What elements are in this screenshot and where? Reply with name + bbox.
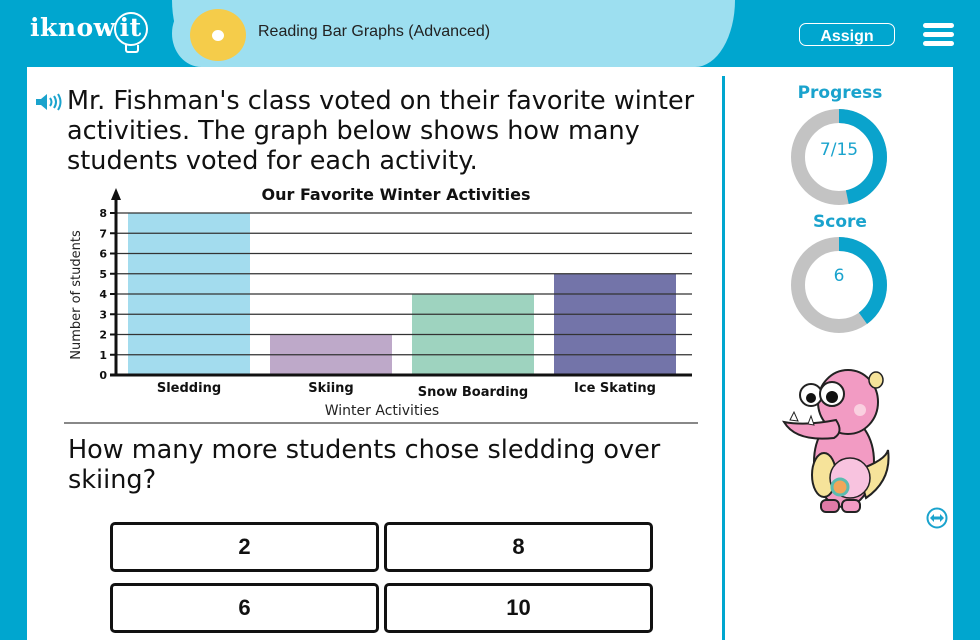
lesson-circle-dot — [212, 30, 224, 41]
question-text: How many more students chose sledding ov… — [68, 435, 661, 495]
bar-chart: Our Favorite Winter Activities 0 1 2 3 4 5 6 7 8… — [69, 185, 692, 419]
bar-ice-skating — [554, 273, 676, 375]
x-axis-title: Winter Activities — [325, 403, 439, 419]
y-tick-label: 5 — [99, 268, 107, 281]
menu-bar — [923, 41, 954, 46]
y-axis-ticks: 0 1 2 3 4 5 6 7 8 — [99, 207, 116, 382]
logo-bulb-text: it — [119, 13, 142, 42]
y-axis-arrow — [111, 188, 121, 200]
y-tick-label: 6 — [99, 248, 107, 261]
answer-option-1[interactable]: 2 — [110, 522, 379, 572]
y-tick-label: 2 — [99, 329, 107, 342]
lesson-circle-icon — [190, 9, 246, 61]
score-label: Score — [813, 212, 867, 232]
question-prompt: Mr. Fishman's class voted on their favor… — [67, 86, 695, 176]
y-tick-label: 8 — [99, 207, 107, 220]
lesson-title: Reading Bar Graphs (Advanced) — [258, 23, 491, 40]
hamburger-menu-icon[interactable] — [923, 23, 954, 46]
top-header: iknow it Reading Bar Graphs (Advanced) As… — [0, 0, 980, 67]
y-tick-label: 1 — [99, 349, 107, 362]
section-separator — [64, 422, 698, 424]
x-category-label: Sledding — [157, 381, 221, 396]
x-category-label: Snow Boarding — [418, 385, 528, 400]
menu-bar — [923, 32, 954, 37]
speaker-icon[interactable] — [35, 93, 63, 111]
x-category-label: Skiing — [308, 381, 353, 396]
answer-option-2[interactable]: 8 — [384, 522, 653, 572]
logo-text: iknow — [30, 13, 116, 42]
score-value: 6 — [833, 266, 845, 286]
y-tick-label: 4 — [99, 288, 107, 301]
chart-title: Our Favorite Winter Activities — [261, 185, 530, 204]
panel-divider — [722, 76, 725, 640]
lightbulb-icon: it — [113, 12, 148, 53]
y-tick-label: 7 — [99, 227, 107, 240]
y-axis-title: Number of students — [69, 230, 84, 360]
answer-option-3[interactable]: 6 — [110, 583, 379, 633]
x-category-label: Ice Skating — [574, 381, 656, 396]
assign-button[interactable]: Assign — [799, 23, 895, 46]
progress-value: 7/15 — [819, 140, 859, 160]
iknowit-logo[interactable]: iknow it — [30, 12, 148, 53]
pink-monster-mascot — [782, 369, 890, 513]
menu-bar — [923, 23, 954, 28]
y-tick-label: 0 — [99, 369, 107, 382]
expand-arrows-icon[interactable] — [926, 507, 948, 529]
x-axis-labels: Sledding Skiing Snow Boarding Ice Skating — [157, 381, 656, 400]
answer-option-4[interactable]: 10 — [384, 583, 653, 633]
y-tick-label: 3 — [99, 308, 107, 321]
progress-label: Progress — [797, 83, 883, 103]
